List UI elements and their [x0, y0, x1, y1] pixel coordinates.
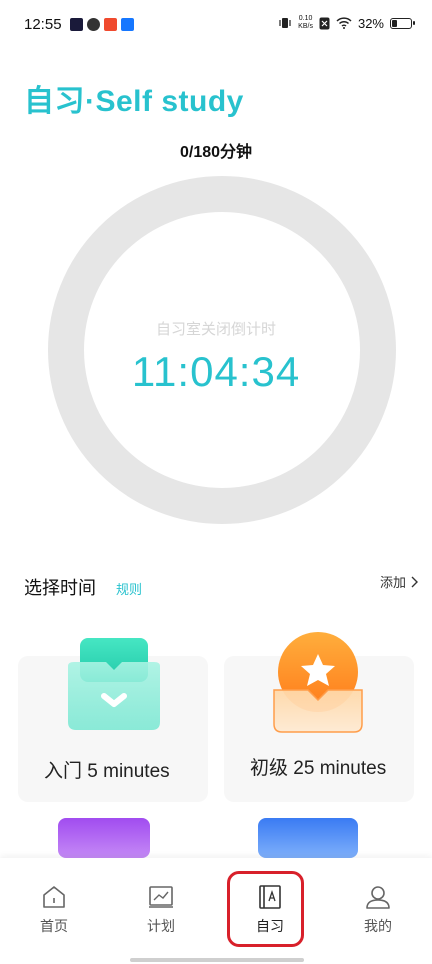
battery-level — [392, 19, 398, 27]
add-label: 添加 — [379, 575, 406, 590]
sync-app-icon — [87, 18, 100, 31]
net-speed-value: 0.10 — [298, 15, 313, 22]
status-time: 12:55 — [24, 16, 62, 33]
vibrate-icon — [279, 18, 291, 28]
star-badge-icon — [273, 632, 363, 733]
status-right: 0.10 KB/s 32% — [278, 15, 415, 31]
payment-app-icon — [121, 18, 134, 31]
notification-icons — [70, 18, 134, 31]
countdown-label: 自习室关闭倒计时 — [155, 321, 276, 338]
add-button[interactable]: 添加 — [380, 572, 418, 591]
nav-label-home: 首页 — [40, 918, 68, 934]
nav-item-home[interactable]: 首页 — [14, 884, 94, 936]
time-option-label: 初级 25 minutes — [250, 758, 387, 779]
sim-icon — [319, 17, 330, 29]
nav-item-plan[interactable]: 计划 — [121, 884, 201, 936]
bottom-nav: 首页 计划 自习 我的 — [0, 858, 432, 964]
battery-icon — [390, 17, 415, 29]
wifi-icon — [336, 17, 352, 29]
chart-icon — [149, 886, 173, 908]
user-icon — [366, 886, 390, 909]
net-speed: 0.10 KB/s — [298, 15, 313, 31]
envelope-check-icon — [68, 638, 160, 730]
folder-icon — [58, 818, 150, 858]
home-indicator[interactable] — [130, 958, 304, 962]
page-title: 自习·Self study — [24, 85, 244, 118]
cards-icon — [258, 818, 358, 858]
chevron-right-icon — [411, 576, 418, 587]
section-title: 选择时间 — [24, 578, 96, 598]
nav-item-mine[interactable]: 我的 — [338, 884, 418, 936]
nav-label-plan: 计划 — [147, 918, 175, 934]
rules-link[interactable]: 规则 — [116, 579, 142, 598]
battery-percent: 32% — [357, 15, 384, 31]
home-icon — [43, 886, 65, 908]
active-tab-highlight — [227, 871, 304, 947]
shopping-app-icon — [104, 18, 117, 31]
net-speed-unit: KB/s — [298, 23, 313, 30]
time-option-label: 入门 5 minutes — [44, 761, 170, 782]
video-app-icon — [70, 18, 83, 31]
daily-progress: 0/180分钟 — [179, 144, 253, 161]
countdown-time: 11:04:34 — [131, 348, 301, 395]
status-bar: 12:55 0.10 KB/s 32% — [0, 0, 432, 52]
nav-label-mine: 我的 — [364, 918, 392, 934]
